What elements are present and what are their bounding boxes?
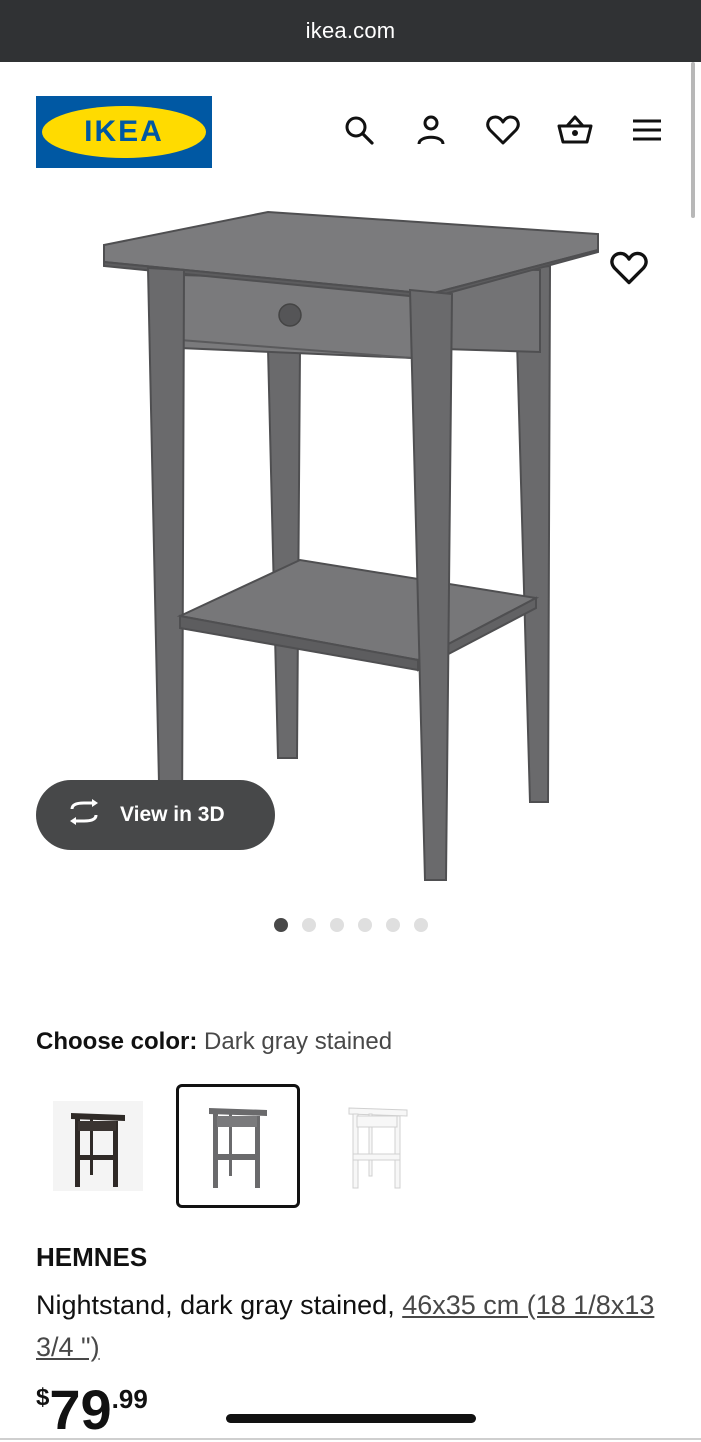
search-icon[interactable] [341, 112, 377, 148]
product-description: Nightstand, dark gray stained, 46x35 cm … [36, 1284, 656, 1368]
product-description-text: Nightstand, dark gray stained, [36, 1290, 403, 1320]
pagination-dot[interactable] [329, 918, 344, 932]
url-text: ikea.com [305, 18, 396, 43]
ikea-logo[interactable]: IKEA [36, 96, 212, 168]
heart-icon[interactable] [485, 112, 521, 148]
view-in-3d-button[interactable]: View in 3D [36, 780, 275, 850]
add-to-favorites-icon[interactable] [610, 250, 648, 288]
product-name: HEMNES [36, 1242, 148, 1272]
swatch-white[interactable] [316, 1084, 440, 1208]
image-pagination [0, 918, 701, 932]
view-in-3d-label: View in 3D [120, 803, 225, 826]
selected-color-value: Dark gray stained [204, 1028, 393, 1055]
pagination-dot[interactable] [413, 918, 428, 932]
home-indicator[interactable] [226, 1414, 476, 1423]
logo-text: IKEA [84, 115, 164, 148]
price-integer: 79 [49, 1378, 112, 1441]
product-price: $79.99 [36, 1378, 148, 1442]
pagination-dot[interactable] [301, 918, 316, 932]
pagination-dot[interactable] [273, 918, 288, 932]
price-currency: $ [36, 1384, 50, 1411]
swatch-black-brown[interactable] [36, 1084, 160, 1208]
pagination-dot[interactable] [357, 918, 372, 932]
user-icon[interactable] [413, 112, 449, 148]
basket-icon[interactable] [557, 112, 593, 148]
color-swatches [36, 1084, 440, 1208]
logo-oval: IKEA [42, 106, 206, 158]
rotate-3d-icon [66, 799, 102, 831]
menu-icon[interactable] [629, 112, 665, 148]
browser-url-bar[interactable]: ikea.com [0, 0, 701, 62]
price-decimal: .99 [111, 1384, 148, 1414]
header-icons [341, 112, 665, 148]
pagination-dot[interactable] [385, 918, 400, 932]
color-chooser-label: Choose color: Dark gray stained [36, 1028, 392, 1056]
color-label-heading: Choose color: [36, 1028, 198, 1055]
swatch-dark-gray[interactable] [176, 1084, 300, 1208]
